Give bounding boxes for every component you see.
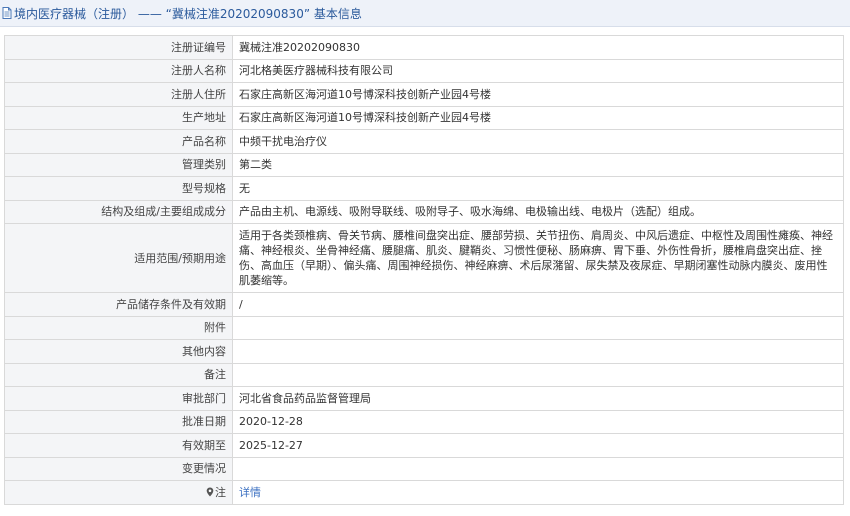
- row-label: 生产地址: [4, 105, 233, 130]
- row-label: 其他内容: [4, 339, 233, 364]
- row-value: 产品由主机、电源线、吸附导联线、吸附导子、吸水海绵、电极输出线、电极片（选配）组…: [232, 199, 844, 224]
- page-header: 境内医疗器械（注册） —— “冀械注准20202090830” 基本信息: [0, 0, 850, 27]
- table-row: 注 详情: [4, 480, 844, 505]
- info-table-container: 注册证编号 冀械注准20202090830 注册人名称 河北格美医疗器械科技有限…: [0, 27, 850, 505]
- location-pin-icon: [206, 486, 214, 497]
- table-row: 生产地址 石家庄高新区海河道10号博深科技创新产业园4号楼: [4, 105, 844, 130]
- table-row: 产品储存条件及有效期 /: [4, 292, 844, 317]
- row-label: 变更情况: [4, 456, 233, 481]
- row-label: 适用范围/预期用途: [4, 223, 233, 293]
- table-row: 注册人名称 河北格美医疗器械科技有限公司: [4, 58, 844, 83]
- row-value: 河北格美医疗器械科技有限公司: [232, 58, 844, 83]
- table-row: 产品名称 中频干扰电治疗仪: [4, 129, 844, 154]
- row-value: [232, 315, 844, 340]
- table-row: 注册证编号 冀械注准20202090830: [4, 35, 844, 60]
- row-label: 批准日期: [4, 409, 233, 434]
- row-value: [232, 456, 844, 481]
- row-value: /: [232, 292, 844, 317]
- table-row: 审批部门 河北省食品药品监督管理局: [4, 386, 844, 411]
- row-label: 产品储存条件及有效期: [4, 292, 233, 317]
- table-row: 型号规格 无: [4, 176, 844, 201]
- table-row: 结构及组成/主要组成成分 产品由主机、电源线、吸附导联线、吸附导子、吸水海绵、电…: [4, 199, 844, 224]
- row-label: 审批部门: [4, 386, 233, 411]
- row-value: 中频干扰电治疗仪: [232, 129, 844, 154]
- note-label-text: 注: [215, 485, 226, 499]
- row-label: 注册证编号: [4, 35, 233, 60]
- details-link[interactable]: 详情: [239, 486, 261, 499]
- table-row: 管理类别 第二类: [4, 152, 844, 177]
- row-value: 冀械注准20202090830: [232, 35, 844, 60]
- table-row: 注册人住所 石家庄高新区海河道10号博深科技创新产业园4号楼: [4, 82, 844, 107]
- row-value: [232, 362, 844, 387]
- row-label: 备注: [4, 362, 233, 387]
- document-icon: [2, 7, 12, 19]
- row-value: 2020-12-28: [232, 409, 844, 434]
- row-label: 结构及组成/主要组成成分: [4, 199, 233, 224]
- table-row: 适用范围/预期用途 适用于各类颈椎病、骨关节病、腰椎间盘突出症、腰部劳损、关节扭…: [4, 223, 844, 293]
- table-row: 附件: [4, 315, 844, 340]
- row-label: 注册人住所: [4, 82, 233, 107]
- table-row: 变更情况: [4, 456, 844, 481]
- row-value: 石家庄高新区海河道10号博深科技创新产业园4号楼: [232, 105, 844, 130]
- note-label: 注: [4, 480, 233, 505]
- row-value: 河北省食品药品监督管理局: [232, 386, 844, 411]
- row-label: 产品名称: [4, 129, 233, 154]
- row-label: 型号规格: [4, 176, 233, 201]
- row-value: 详情: [232, 480, 844, 505]
- row-value: [232, 339, 844, 364]
- row-value: 第二类: [232, 152, 844, 177]
- row-value: 适用于各类颈椎病、骨关节病、腰椎间盘突出症、腰部劳损、关节扭伤、肩周炎、中风后遗…: [232, 223, 844, 293]
- table-row: 备注: [4, 362, 844, 387]
- row-label: 有效期至: [4, 433, 233, 458]
- table-row: 批准日期 2020-12-28: [4, 409, 844, 434]
- table-row: 其他内容: [4, 339, 844, 364]
- info-table: 注册证编号 冀械注准20202090830 注册人名称 河北格美医疗器械科技有限…: [4, 35, 844, 505]
- row-value: 2025-12-27: [232, 433, 844, 458]
- row-label: 管理类别: [4, 152, 233, 177]
- page-title: 境内医疗器械（注册） —— “冀械注准20202090830” 基本信息: [14, 6, 362, 21]
- row-label: 附件: [4, 315, 233, 340]
- row-label: 注册人名称: [4, 58, 233, 83]
- table-row: 有效期至 2025-12-27: [4, 433, 844, 458]
- row-value: 无: [232, 176, 844, 201]
- row-value: 石家庄高新区海河道10号博深科技创新产业园4号楼: [232, 82, 844, 107]
